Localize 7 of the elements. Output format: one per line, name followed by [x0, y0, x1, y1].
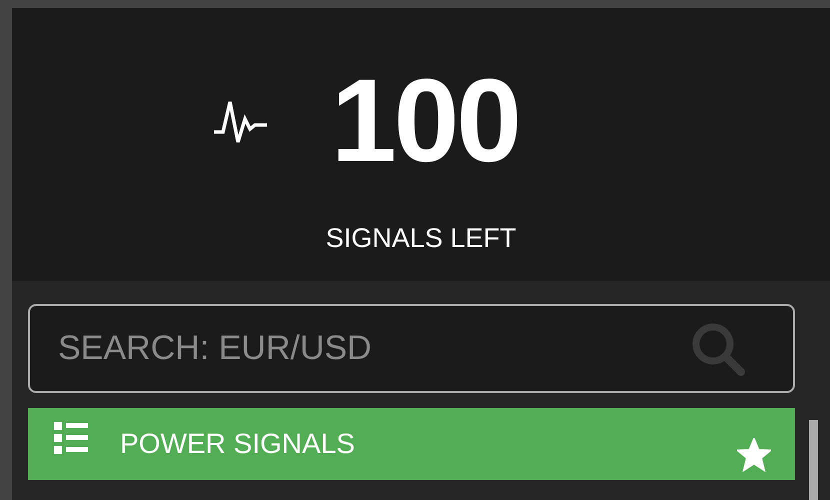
menu-item[interactable]: POWER SIGNALS [28, 408, 795, 480]
signals-label: SIGNALS LEFT [326, 223, 516, 254]
list-icon [54, 421, 88, 455]
signals-count: 100 [331, 56, 519, 186]
star-icon[interactable] [737, 438, 771, 472]
search-field[interactable]: SEARCH: EUR/USD [28, 304, 795, 393]
scrollbar[interactable] [809, 420, 818, 500]
